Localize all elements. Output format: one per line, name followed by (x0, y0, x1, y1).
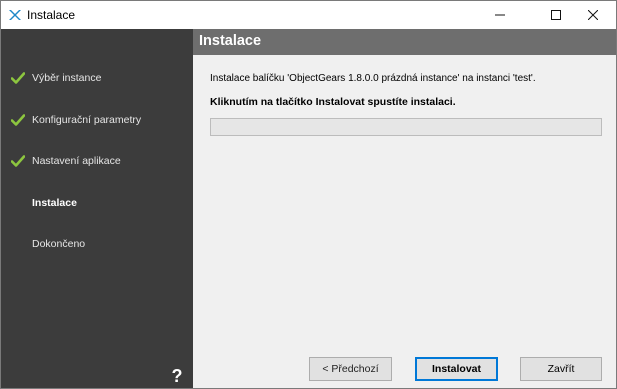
checkmark-icon (11, 114, 25, 126)
step-label-active: Instalace (32, 197, 77, 209)
checkmark-icon (11, 72, 25, 84)
close-window-button[interactable] (570, 1, 616, 29)
page-header: Instalace (193, 29, 616, 55)
step-label: Výběr instance (32, 72, 102, 84)
app-logo-icon (9, 10, 21, 20)
step-label: Nastavení aplikace (32, 155, 121, 167)
package-info-text: Instalace balíčku 'ObjectGears 1.8.0.0 p… (210, 73, 536, 84)
step-item-instalace: Instalace (1, 193, 193, 213)
install-button[interactable]: Instalovat (415, 357, 498, 381)
help-icon[interactable]: ? (169, 366, 185, 386)
previous-button[interactable]: < Předchozí (309, 357, 392, 381)
step-item-vyber-instance: Výběr instance (1, 68, 193, 88)
minimize-button[interactable] (477, 1, 523, 29)
installer-window: Instalace Výběr instance Konfigurační pa… (0, 0, 617, 389)
install-instruction-text: Kliknutím na tlačítko Instalovat spustít… (210, 96, 456, 108)
close-icon (588, 10, 598, 20)
wizard-steps-sidebar: Výběr instance Konfigurační parametry Na… (1, 29, 193, 388)
step-item-nastaveni-aplikace: Nastavení aplikace (1, 151, 193, 171)
step-label: Konfigurační parametry (32, 114, 142, 126)
close-button[interactable]: Zavřít (520, 357, 602, 381)
step-item-dokonceno: Dokončeno (1, 234, 193, 254)
minimize-icon (495, 14, 505, 16)
install-progress-bar (210, 118, 602, 136)
page-title: Instalace (199, 33, 262, 49)
step-item-konfiguracni-parametry: Konfigurační parametry (1, 110, 193, 130)
window-title: Instalace (27, 8, 76, 22)
title-bar[interactable]: Instalace (1, 1, 616, 29)
maximize-icon (551, 10, 561, 20)
main-content: Instalace balíčku 'ObjectGears 1.8.0.0 p… (193, 55, 616, 388)
checkmark-icon (11, 155, 25, 167)
step-label: Dokončeno (32, 238, 86, 250)
